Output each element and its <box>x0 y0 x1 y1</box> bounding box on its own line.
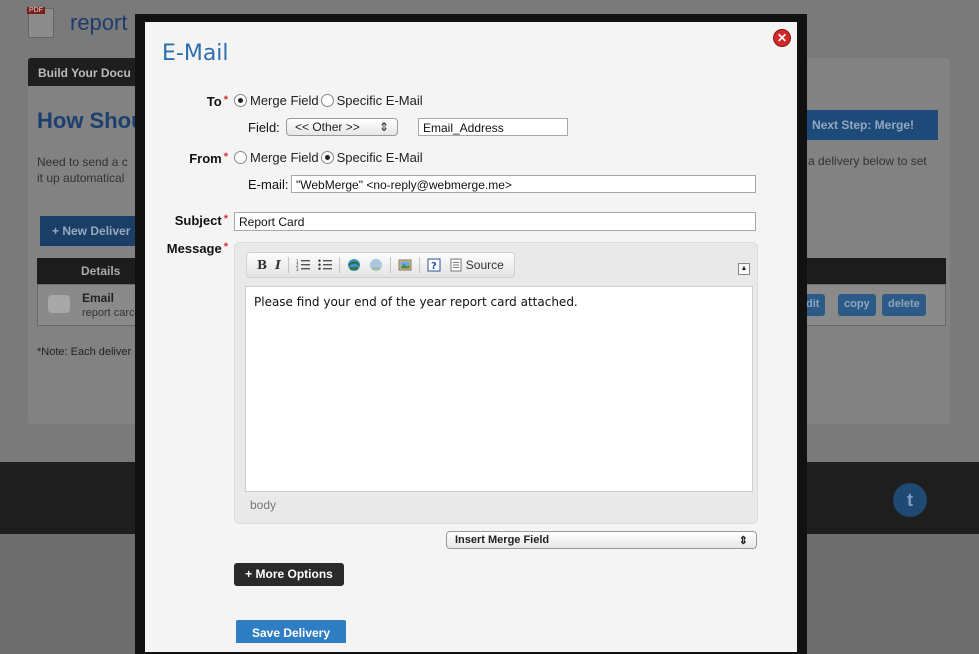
from-specific-email-option[interactable]: Specific E-Mail <box>320 150 423 165</box>
source-button[interactable]: Source <box>449 258 504 272</box>
from-label: From * <box>172 151 228 166</box>
to-label-text: To <box>206 94 222 109</box>
more-options-button[interactable]: + More Options <box>234 563 344 586</box>
message-body-editor[interactable]: Please find your end of the year report … <box>245 286 753 492</box>
intro-text: Need to send a c it up automatical <box>37 154 128 186</box>
to-merge-field-option[interactable]: Merge Field <box>234 93 319 108</box>
to-merge-field-radio[interactable] <box>234 94 247 107</box>
row-title: Email <box>82 291 115 305</box>
unlink-icon[interactable] <box>369 258 383 272</box>
image-icon[interactable] <box>398 258 412 272</box>
select-arrows-icon: ⇕ <box>738 534 748 547</box>
from-label-text: From <box>189 151 222 166</box>
toolbar-divider <box>338 257 340 273</box>
details-header: Details <box>37 258 137 284</box>
to-merge-field-label: Merge Field <box>250 93 319 108</box>
to-specific-email-option[interactable]: Specific E-Mail <box>320 93 423 108</box>
select-arrows-icon: ⇕ <box>378 120 389 134</box>
row-subtitle: report carc <box>82 307 135 319</box>
required-marker: * <box>223 241 228 253</box>
actions-header <box>800 258 946 284</box>
intro-line-1: Need to send a c <box>37 155 128 169</box>
document-title: report <box>70 10 128 35</box>
bulleted-list-icon[interactable] <box>318 258 332 272</box>
toolbar-divider <box>418 257 420 273</box>
numbered-list-icon[interactable]: 123 <box>296 258 310 272</box>
from-email-input[interactable]: "WebMerge" <no-reply@webmerge.me> <box>291 175 756 193</box>
collapse-toolbar-icon[interactable]: ▲ <box>738 263 750 275</box>
to-specific-email-label: Specific E-Mail <box>336 93 423 108</box>
subject-input[interactable]: Report Card <box>234 212 756 231</box>
table-row: Email report carc <box>37 284 137 326</box>
intro-line-2: it up automatical <box>37 171 125 185</box>
save-delivery-button[interactable]: Save Delivery <box>236 620 346 643</box>
from-radio-group: Merge Field Specific E-Mail <box>234 150 425 165</box>
from-merge-field-label: Merge Field <box>250 150 319 165</box>
help-icon[interactable]: ? <box>427 258 441 272</box>
from-merge-field-option[interactable]: Merge Field <box>234 150 319 165</box>
insert-merge-field-select[interactable]: Insert Merge Field ⇕ <box>446 531 757 549</box>
source-button-label: Source <box>465 258 504 272</box>
field-input[interactable]: Email_Address <box>418 118 568 136</box>
email-icon <box>48 295 70 313</box>
bold-button[interactable]: B <box>257 258 267 272</box>
toolbar-divider <box>287 257 289 273</box>
to-label: To * <box>180 94 228 109</box>
pdf-document-icon: PDF <box>27 7 54 38</box>
subject-label-text: Subject <box>174 213 222 228</box>
field-select-value: << Other >> <box>295 120 360 134</box>
message-label: Message * <box>155 241 228 256</box>
from-specific-email-radio[interactable] <box>320 151 334 164</box>
link-icon[interactable] <box>347 258 361 272</box>
field-label: Field: <box>248 120 280 135</box>
right-intro-text: a delivery below to set <box>808 154 927 168</box>
from-specific-email-label: Specific E-Mail <box>336 150 423 165</box>
svg-text:?: ? <box>431 261 437 272</box>
tab-build-document[interactable]: Build Your Docu <box>28 58 138 86</box>
delete-button[interactable]: delete <box>882 294 926 316</box>
required-marker: * <box>223 151 228 163</box>
field-select[interactable]: << Other >> ⇕ <box>286 118 398 136</box>
message-label-text: Message <box>166 241 222 256</box>
editor-element-path: body <box>250 498 277 512</box>
svg-text:3: 3 <box>296 267 299 272</box>
twitter-icon[interactable]: t <box>893 483 927 517</box>
required-marker: * <box>223 213 228 225</box>
from-merge-field-radio[interactable] <box>234 151 247 164</box>
editor-toolbar: B I 123 ? Source <box>246 252 515 278</box>
new-delivery-button[interactable]: + New Deliver <box>40 216 136 246</box>
to-radio-group: Merge Field Specific E-Mail <box>234 93 425 108</box>
copy-button[interactable]: copy <box>838 294 876 316</box>
insert-merge-field-label: Insert Merge Field <box>455 534 550 546</box>
pdf-badge: PDF <box>27 7 45 14</box>
next-step-merge-button[interactable]: Next Step: Merge! <box>800 110 938 140</box>
note-text: *Note: Each deliver <box>37 346 132 358</box>
to-specific-email-radio[interactable] <box>320 94 334 107</box>
required-marker: * <box>223 94 228 106</box>
subject-label: Subject * <box>160 213 228 228</box>
toolbar-divider <box>389 257 391 273</box>
section-heading: How Shou <box>37 108 145 133</box>
close-icon[interactable]: ✕ <box>773 29 791 47</box>
email-label: E-mail: <box>248 177 289 192</box>
modal-title: E-Mail <box>162 41 229 66</box>
italic-button[interactable]: I <box>275 258 281 272</box>
